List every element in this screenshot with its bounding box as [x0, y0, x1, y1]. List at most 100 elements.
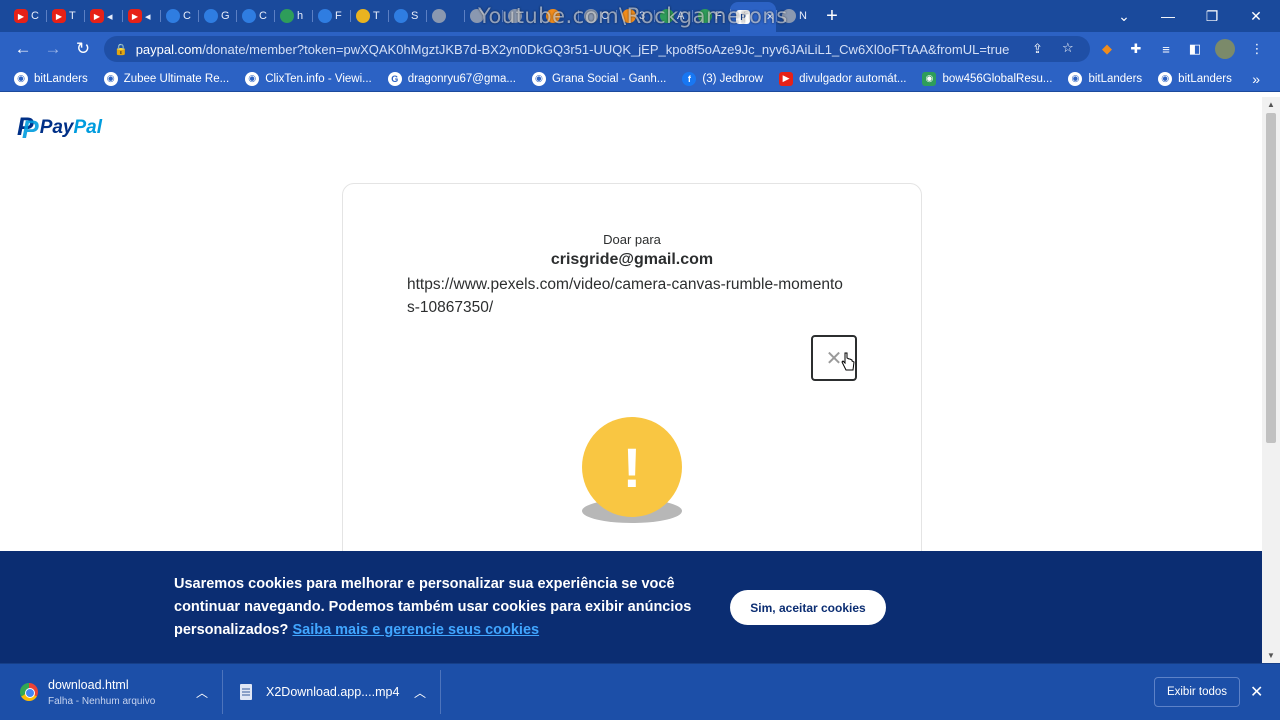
bitcoin-icon: [622, 9, 636, 23]
download-name: download.html: [48, 677, 129, 692]
warning-illustration: !: [581, 417, 683, 527]
accept-cookies-button[interactable]: Sim, aceitar cookies: [730, 590, 886, 625]
chrome-icon: [20, 683, 38, 701]
bookmark-star-icon[interactable]: ☆: [1062, 40, 1074, 56]
browser-tab[interactable]: P ✕: [730, 2, 776, 32]
bookmark-label: divulgador automát...: [799, 72, 907, 85]
tab-title: C: [601, 10, 609, 22]
menu-icon[interactable]: ⋮: [1247, 40, 1267, 58]
extensions-icon[interactable]: ✚: [1126, 40, 1146, 58]
bookmark-label: bow456GlobalResu...: [942, 72, 1053, 85]
download-item[interactable]: download.html Falha - Nenhum arquivo: [20, 664, 220, 720]
browser-tab[interactable]: ▶ ◂: [84, 3, 122, 29]
tab-title: ◂: [145, 10, 151, 23]
metamask-extension-icon[interactable]: ◆: [1097, 40, 1117, 58]
paypal-logo[interactable]: PP PayPal: [17, 115, 103, 143]
restore-button[interactable]: ❐: [1190, 0, 1234, 32]
browser-tab[interactable]: 3: [616, 3, 654, 29]
bookmark-item[interactable]: ◉ bow456GlobalResu...: [922, 71, 1053, 86]
site-icon: [584, 9, 598, 23]
browser-tab[interactable]: A: [654, 3, 692, 29]
media-control-icon[interactable]: ≡: [1156, 40, 1176, 58]
bookmark-item[interactable]: f (3) Jedbrow: [682, 71, 763, 86]
bookmark-label: bitLanders: [1178, 72, 1232, 85]
browser-tab[interactable]: [502, 3, 540, 29]
youtube-icon: ▶: [52, 9, 66, 23]
share-icon[interactable]: ⇪: [1032, 41, 1043, 57]
tab-title: C: [31, 10, 39, 22]
tab-title: T: [69, 10, 76, 22]
exclamation-icon: !: [582, 417, 682, 517]
bookmark-label: dragonryu67@gma...: [407, 72, 516, 85]
browser-tab[interactable]: [464, 3, 502, 29]
site-icon: [432, 9, 446, 23]
browser-tab[interactable]: [540, 3, 578, 29]
browser-tab[interactable]: G: [198, 3, 236, 29]
browser-tab[interactable]: [426, 3, 464, 29]
browser-tab[interactable]: ▶ T: [46, 3, 84, 29]
bookmark-item[interactable]: ▶ divulgador automát...: [779, 71, 907, 86]
youtube-icon: ▶: [90, 9, 104, 23]
page-scrollbar[interactable]: ▲ ▼: [1262, 97, 1280, 663]
bookmark-label: Zubee Ultimate Re...: [123, 72, 230, 85]
browser-tab[interactable]: C: [236, 3, 274, 29]
browser-tab[interactable]: C: [160, 3, 198, 29]
google-icon: G: [387, 71, 402, 86]
download-item[interactable]: X2Download.app....mp4: [240, 664, 420, 720]
browser-tab[interactable]: ▶ ◂: [122, 3, 160, 29]
download-name: X2Download.app....mp4: [266, 685, 400, 699]
tree-icon: [280, 9, 294, 23]
globe-icon: ◉: [14, 71, 28, 86]
chrome-icon: [782, 9, 796, 23]
back-icon[interactable]: ←: [8, 34, 38, 64]
browser-tab[interactable]: ▶ C: [8, 3, 46, 29]
cookie-settings-link[interactable]: Saiba mais e gerencie seus cookies: [292, 622, 539, 638]
logo-pal: Pal: [73, 116, 103, 138]
url-host: paypal.com: [135, 41, 203, 57]
close-icon[interactable]: ✕: [1250, 682, 1263, 702]
bookmark-item[interactable]: ◉ Grana Social - Ganh...: [531, 71, 667, 86]
logo-pay: Pay: [39, 116, 74, 138]
bookmarks-overflow-icon[interactable]: »: [1252, 71, 1260, 87]
chevron-up-icon[interactable]: ︿: [196, 684, 208, 701]
tab-title: T: [373, 10, 380, 22]
bookmark-label: Grana Social - Ganh...: [551, 72, 667, 85]
scroll-thumb[interactable]: [1266, 113, 1276, 443]
show-all-downloads-button[interactable]: Exibir todos: [1154, 677, 1240, 707]
close-window-button[interactable]: ✕: [1234, 0, 1278, 32]
bookmark-item[interactable]: ◉ bitLanders: [1158, 71, 1232, 86]
browser-tab[interactable]: F: [692, 3, 730, 29]
browser-tab[interactable]: T: [350, 3, 388, 29]
tab-strip: ▶ C ▶ T ▶ ◂ ▶ ◂ C G Ch F T S C 3 A F P ✕ N +: [0, 0, 1280, 32]
bookmark-item[interactable]: ◉ ClixTen.info - Viewi...: [245, 71, 372, 86]
cookie-banner: Usaremos cookies para melhorar e persona…: [0, 551, 1262, 663]
bookmark-item[interactable]: ◉ Zubee Ultimate Re...: [103, 71, 230, 86]
browser-tab[interactable]: S: [388, 3, 426, 29]
youtube-icon: ▶: [128, 9, 142, 23]
browser-tab[interactable]: h: [274, 3, 312, 29]
bookmark-label: bitLanders: [1088, 72, 1143, 85]
browser-tab[interactable]: C: [578, 3, 616, 29]
tab-title: S: [411, 10, 419, 22]
scroll-up-icon[interactable]: ▲: [1267, 100, 1275, 109]
scroll-down-icon[interactable]: ▼: [1267, 651, 1275, 660]
minimize-button[interactable]: —: [1146, 0, 1190, 32]
browser-tab[interactable]: F: [312, 3, 350, 29]
reload-icon[interactable]: ↻: [68, 34, 98, 64]
new-tab-icon[interactable]: +: [814, 5, 850, 28]
play-icon: [660, 9, 674, 23]
bookmark-item[interactable]: ◉ bitLanders: [14, 71, 88, 86]
side-panel-icon[interactable]: ◧: [1185, 40, 1205, 58]
address-bar[interactable]: 🔒 paypal.com/donate/member?token=pwXQAK0…: [104, 36, 1090, 62]
drop-icon: [242, 9, 256, 23]
globe-icon: ◉: [103, 71, 118, 86]
browser-tab[interactable]: N: [776, 3, 814, 29]
tab-search-icon[interactable]: ⌄: [1102, 0, 1146, 32]
forward-icon[interactable]: →: [38, 34, 68, 64]
profile-avatar[interactable]: [1215, 39, 1235, 59]
chevron-up-icon[interactable]: ︿: [414, 684, 426, 701]
bookmark-item[interactable]: Gdragonryu67@gma...: [387, 71, 516, 86]
globe-icon: ◉: [1158, 71, 1173, 86]
bookmark-item[interactable]: ◉ bitLanders: [1068, 71, 1143, 86]
close-tab-icon[interactable]: ✕: [766, 12, 774, 23]
